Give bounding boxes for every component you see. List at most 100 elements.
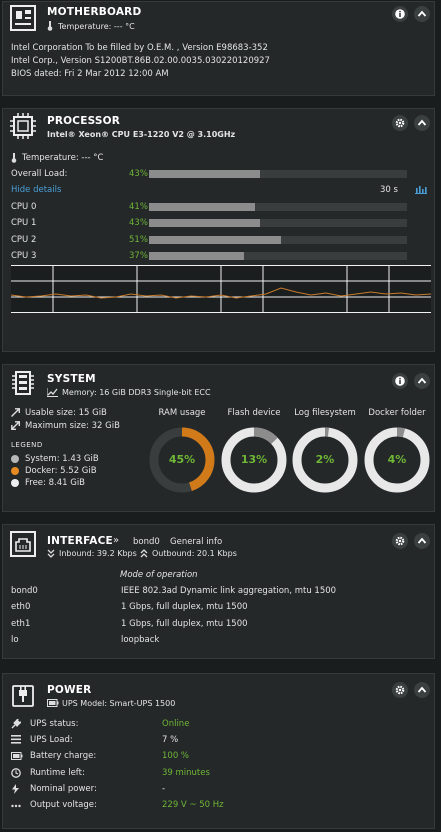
settings-button[interactable] bbox=[392, 533, 408, 549]
gauge-label: Log filesystem bbox=[294, 408, 356, 418]
thermometer-icon bbox=[11, 153, 17, 166]
interface-info-select[interactable]: General info bbox=[170, 537, 222, 547]
processor-model: Intel® Xeon® CPU E3-1220 V2 @ 3.10GHz bbox=[47, 130, 236, 139]
motherboard-icon bbox=[10, 5, 36, 31]
cpu-label: CPU 3 bbox=[11, 251, 37, 261]
legend-docker: Docker: 5.52 GiB bbox=[25, 466, 97, 476]
system-memory: Memory: 16 GiB DDR3 Single-bit ECC bbox=[62, 388, 211, 397]
power-row-value: 39 minutes bbox=[162, 768, 210, 778]
motherboard-title: MOTHERBOARD bbox=[47, 6, 142, 18]
gauge-label: Docker folder bbox=[368, 408, 426, 418]
power-row-value: Online bbox=[162, 719, 190, 729]
breadcrumb-separator: » bbox=[113, 535, 120, 546]
interface-mode: loopback bbox=[121, 635, 160, 645]
chart-icon[interactable] bbox=[415, 185, 427, 197]
outbound-rate: Outbound: 20.1 Kbps bbox=[152, 549, 237, 558]
column-header: Mode of operation bbox=[120, 570, 198, 580]
power-panel: POWER UPS Model: Smart-UPS 1500 UPS stat… bbox=[2, 673, 435, 829]
overall-load-label: Overall Load: bbox=[11, 169, 68, 179]
gauge-label: Flash device bbox=[227, 408, 281, 418]
interval-label[interactable]: 30 s bbox=[380, 185, 398, 195]
overall-load-bar bbox=[149, 170, 407, 178]
gauge-percent: 2% bbox=[315, 453, 335, 466]
inbound-arrow-icon bbox=[47, 549, 55, 561]
usable-size: Usable size: 15 GiB bbox=[25, 408, 107, 418]
settings-button[interactable] bbox=[392, 115, 408, 131]
legend-dot bbox=[11, 479, 19, 487]
cpu-label: CPU 0 bbox=[11, 202, 37, 212]
cpu-label: CPU 2 bbox=[11, 235, 37, 245]
cpu-percent: 37% bbox=[129, 251, 148, 261]
ups-model: UPS Model: Smart-UPS 1500 bbox=[62, 699, 176, 708]
cpu-percent: 41% bbox=[129, 202, 148, 212]
legend-system: System: 1.43 GiB bbox=[25, 454, 99, 464]
legend-dot bbox=[11, 455, 19, 463]
power-row-label: UPS Load: bbox=[30, 735, 73, 745]
collapse-button[interactable] bbox=[414, 115, 430, 131]
cpu-history-graph bbox=[11, 265, 431, 313]
info-button[interactable] bbox=[392, 373, 408, 389]
gauge-percent: 13% bbox=[240, 453, 268, 466]
network-port-icon bbox=[10, 531, 36, 557]
interface-name: eth1 bbox=[11, 619, 31, 629]
cpu-load-bar bbox=[149, 219, 407, 227]
legend-free: Free: 8.41 GiB bbox=[25, 478, 86, 488]
gauge-percent: 45% bbox=[168, 453, 196, 466]
overall-load-percent: 43% bbox=[129, 169, 148, 179]
power-row-value: 100 % bbox=[162, 751, 190, 761]
hide-details-link[interactable]: Hide details bbox=[11, 185, 61, 195]
trend-icon bbox=[46, 388, 58, 400]
dots-icon bbox=[11, 801, 21, 811]
power-row-label: Runtime left: bbox=[30, 768, 85, 778]
processor-panel: PROCESSOR Intel® Xeon® CPU E3-1220 V2 @ … bbox=[2, 108, 435, 352]
power-row-value: - bbox=[162, 784, 166, 794]
memory-icon bbox=[10, 370, 36, 396]
inbound-rate: Inbound: 39.2 Kbps bbox=[59, 549, 137, 558]
interface-mode: 1 Gbps, full duplex, mtu 1500 bbox=[121, 602, 248, 612]
gauge-percent: 4% bbox=[387, 453, 407, 466]
bolt-icon bbox=[12, 784, 19, 797]
collapse-button[interactable] bbox=[414, 682, 430, 698]
power-row-label: Nominal power: bbox=[30, 784, 97, 794]
interface-title: INTERFACE bbox=[47, 535, 113, 547]
power-row-value: 7 % bbox=[162, 735, 179, 745]
interface-mode: 1 Gbps, full duplex, mtu 1500 bbox=[121, 619, 248, 629]
list-icon bbox=[11, 735, 21, 747]
power-title: POWER bbox=[47, 684, 92, 696]
cpu-load-bar bbox=[149, 236, 407, 244]
motherboard-line-2: Intel Corp., Version S1200BT.86B.02.00.0… bbox=[11, 56, 270, 66]
processor-icon bbox=[10, 113, 36, 139]
power-row-value: 229 V ~ 50 Hz bbox=[162, 800, 224, 810]
processor-title: PROCESSOR bbox=[47, 115, 121, 127]
settings-button[interactable] bbox=[392, 682, 408, 698]
clock-icon bbox=[11, 768, 21, 781]
plug-icon bbox=[11, 717, 23, 732]
battery-icon bbox=[47, 699, 59, 710]
motherboard-line-1: Intel Corporation To be filled by O.E.M.… bbox=[11, 43, 268, 53]
interface-name: eth0 bbox=[11, 602, 31, 612]
interface-select[interactable]: bond0 bbox=[133, 537, 160, 547]
legend-title: LEGEND bbox=[11, 441, 43, 449]
collapse-button[interactable] bbox=[414, 373, 430, 389]
power-plug-icon bbox=[10, 682, 36, 708]
outbound-arrow-icon bbox=[140, 549, 148, 561]
collapse-button[interactable] bbox=[414, 6, 430, 22]
maximum-size: Maximum size: 32 GiB bbox=[25, 421, 120, 431]
cpu-load-bar bbox=[149, 203, 407, 211]
cpu-percent: 51% bbox=[129, 235, 148, 245]
power-row-label: Output voltage: bbox=[30, 800, 97, 810]
interface-panel: INTERFACE » bond0 General info Inbound: … bbox=[2, 524, 435, 659]
compress-icon bbox=[11, 408, 21, 420]
power-row-label: Battery charge: bbox=[30, 751, 97, 761]
processor-temperature: Temperature: --- °C bbox=[22, 153, 104, 163]
system-title: SYSTEM bbox=[47, 373, 96, 385]
cpu-load-bar bbox=[149, 252, 407, 260]
info-button[interactable] bbox=[392, 6, 408, 22]
collapse-button[interactable] bbox=[414, 533, 430, 549]
thermometer-icon bbox=[47, 21, 53, 34]
gauge-label: RAM usage bbox=[158, 408, 206, 418]
interface-name: bond0 bbox=[11, 586, 38, 596]
cpu-percent: 43% bbox=[129, 218, 148, 228]
interface-name: lo bbox=[11, 635, 19, 645]
legend-dot bbox=[11, 467, 19, 475]
